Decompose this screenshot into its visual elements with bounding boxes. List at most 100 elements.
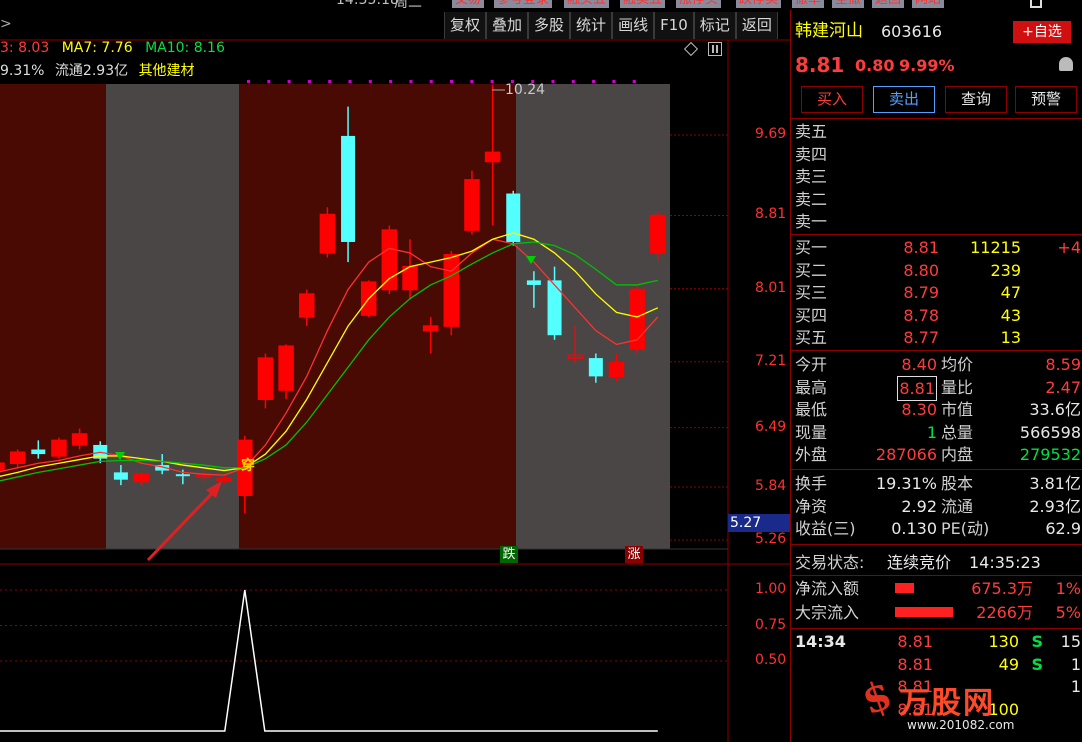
candle-fill: [382, 230, 397, 290]
price-chart[interactable]: [0, 0, 790, 742]
flow-pct: 5%: [1055, 603, 1081, 622]
bid-price: 8.78: [903, 305, 939, 325]
tick-price: 8.81: [897, 654, 933, 674]
stat-value: 2.47: [1045, 377, 1081, 397]
flow-pct: 1%: [1055, 579, 1081, 598]
stat-row: 现量 1 总量 566598: [791, 421, 1082, 444]
bid-volume: 43: [1000, 305, 1021, 325]
flow-row: 大宗流入 2266万 5%: [791, 601, 1082, 624]
flow-bar: [895, 583, 914, 593]
fin-value: 62.9: [1045, 519, 1081, 539]
fin-value: 2.92: [901, 496, 937, 516]
tab-cancel-all[interactable]: 全撤: [832, 0, 865, 8]
tick-side: S: [1031, 632, 1043, 651]
flow-row: 净流入额 675.3万 1%: [791, 577, 1082, 600]
price-tick-label: 5.84: [755, 478, 787, 494]
candle-fill: [72, 433, 87, 445]
signal-dot: [592, 80, 596, 83]
stat-label: 均价: [941, 355, 974, 374]
ask-label: 卖五: [795, 122, 828, 141]
tick-time: 14:34: [795, 632, 846, 651]
tab-website[interactable]: 网站: [912, 0, 945, 8]
bid-volume: 13: [1000, 328, 1021, 348]
candle-body: [31, 449, 46, 455]
signal-dot: [307, 80, 311, 83]
stat-value: 8.40: [901, 355, 937, 374]
flow-bar: [895, 607, 953, 617]
stat-label: 外盘: [795, 445, 828, 465]
tick-volume: 49: [998, 654, 1019, 674]
ask-label: 卖二: [795, 189, 828, 209]
flow-label: 净流入额: [795, 579, 860, 598]
bid-volume: 11215: [970, 238, 1021, 257]
candle-fill: [0, 463, 4, 471]
candle-fill: [423, 326, 438, 331]
status-time: 14:35:23: [969, 553, 1041, 572]
signal-dot: [571, 80, 575, 83]
fin-label: 净资: [795, 496, 828, 516]
peak-label: 10.24: [505, 82, 546, 98]
stat-value: 8.81: [897, 375, 937, 401]
bid-volume: 47: [1000, 283, 1021, 303]
candle-fill: [609, 362, 624, 377]
signal-dot: [267, 80, 271, 83]
status-label: 交易状态:: [795, 553, 865, 572]
stat-value: 279532: [1019, 445, 1081, 465]
stock-name: 韩建河山: [795, 21, 863, 41]
fin-value: 2.93亿: [1029, 496, 1081, 516]
tick-count: 15: [1060, 632, 1081, 651]
stat-row: 最低 8.30 市值 33.6亿: [791, 398, 1082, 421]
bid-volume: 239: [990, 260, 1021, 280]
flow-value: 675.3万: [971, 579, 1033, 598]
add-favorite-button[interactable]: +自选: [1013, 21, 1071, 43]
bell-icon[interactable]: [1059, 57, 1073, 71]
fin-row: 净资 2.92 流通 2.93亿: [791, 495, 1082, 518]
candle-body: [547, 280, 562, 336]
tab-cancel[interactable]: 撤单: [792, 0, 825, 8]
bid-price: 8.79: [903, 283, 939, 303]
candle-fill: [650, 215, 665, 253]
stock-code: 603616: [881, 22, 943, 41]
tab-back[interactable]: 返回: [872, 0, 905, 8]
price-change: 0.80: [855, 56, 895, 75]
indicator-line: [0, 589, 658, 732]
bid-row: 买一 8.81 11215 +4: [791, 236, 1082, 259]
bid-label: 买五: [795, 328, 828, 348]
stat-value: 1: [926, 422, 937, 442]
stat-label: 市值: [941, 400, 974, 420]
candle-fill: [444, 254, 459, 327]
fin-row: 换手 19.31% 股本 3.81亿: [791, 472, 1082, 495]
fall-tag: 跌: [500, 546, 518, 563]
rise-tag: 涨: [625, 546, 643, 563]
tick-volume: 130: [988, 632, 1019, 651]
bid-label: 买一: [795, 238, 828, 257]
stat-label: 今开: [795, 355, 828, 374]
sell-button[interactable]: 卖出: [873, 86, 935, 113]
signal-dot: [348, 80, 352, 83]
candle-fill: [464, 179, 479, 231]
restore-icon[interactable]: [1030, 0, 1042, 8]
price-tick-label: 8.01: [755, 279, 787, 296]
indicator-tick-label: 0.50: [755, 652, 787, 668]
stat-row: 今开 8.40 均价 8.59: [791, 353, 1082, 376]
price-change-pct: 9.99%: [899, 56, 955, 75]
ask-row: 卖一: [791, 210, 1082, 233]
fin-label: 换手: [795, 474, 828, 493]
query-button[interactable]: 查询: [945, 86, 1007, 113]
candle-fill: [279, 346, 294, 391]
status-value: 连续竞价: [887, 553, 952, 572]
bid-change: +4: [1057, 238, 1081, 257]
alert-button[interactable]: 预警: [1015, 86, 1077, 113]
candle-fill: [258, 358, 273, 400]
flow-label: 大宗流入: [795, 603, 860, 622]
signal-dot: [632, 80, 636, 83]
tick-count: 1: [1070, 654, 1081, 674]
signal-dot: [450, 80, 453, 83]
signal-label: 穿: [241, 458, 255, 474]
signal-dot: [328, 80, 332, 83]
buy-button[interactable]: 买入: [801, 86, 863, 113]
bid-row: 买三 8.79 47: [791, 281, 1082, 304]
signal-dot: [612, 80, 616, 83]
price-tick-label: 5.26: [755, 531, 787, 548]
tick-price: 8.81: [897, 632, 933, 651]
